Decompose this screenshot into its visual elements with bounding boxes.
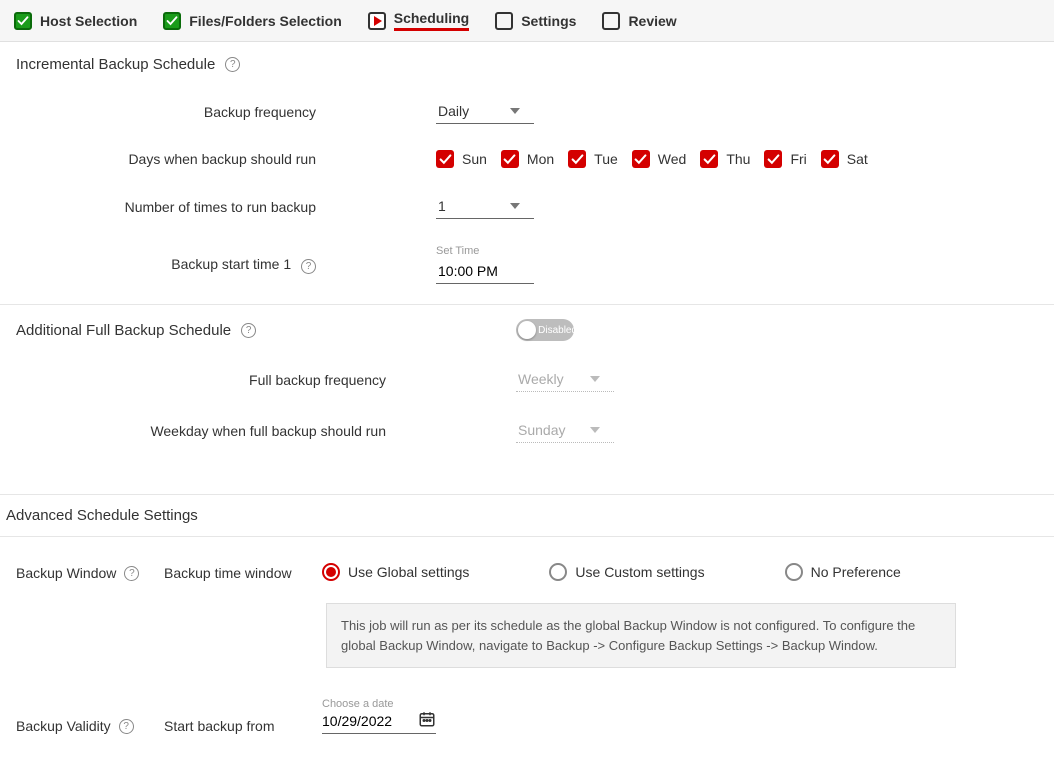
empty-box-icon	[602, 12, 620, 30]
radio-label: Use Custom settings	[575, 564, 704, 580]
play-icon	[368, 12, 386, 30]
full-weekday-select: Sunday	[516, 418, 614, 443]
radio-icon	[785, 563, 803, 581]
step-label: Review	[628, 13, 676, 29]
day-label: Fri	[790, 151, 806, 167]
day-check-tue[interactable]	[568, 150, 586, 168]
day-check-sun[interactable]	[436, 150, 454, 168]
day-check-sat[interactable]	[821, 150, 839, 168]
full-freq-select: Weekly	[516, 367, 614, 392]
start-time-input[interactable]	[436, 259, 534, 284]
day-check-thu[interactable]	[700, 150, 718, 168]
checkmark-icon	[163, 12, 181, 30]
backup-validity-label: Backup Validity ?	[16, 716, 146, 734]
help-icon[interactable]: ?	[301, 259, 316, 274]
empty-box-icon	[495, 12, 513, 30]
step-files-folders[interactable]: Files/Folders Selection	[163, 12, 342, 30]
info-box: This job will run as per its schedule as…	[326, 603, 956, 668]
date-caption: Choose a date	[322, 698, 436, 710]
help-icon[interactable]: ?	[119, 719, 134, 734]
day-label: Sat	[847, 151, 868, 167]
day-check-wed[interactable]	[632, 150, 650, 168]
step-settings[interactable]: Settings	[495, 12, 576, 30]
step-host-selection[interactable]: Host Selection	[14, 12, 137, 30]
radio-custom-settings[interactable]: Use Custom settings	[549, 563, 704, 581]
help-icon[interactable]: ?	[124, 566, 139, 581]
incremental-section: Incremental Backup Schedule ? Backup fre…	[0, 42, 1054, 305]
full-backup-section: Additional Full Backup Schedule ? Disabl…	[0, 305, 1054, 495]
backup-frequency-select[interactable]: Daily	[436, 99, 534, 124]
advanced-section: Backup Window ? Backup time window Use G…	[0, 537, 1054, 760]
backup-window-label: Backup Window ?	[16, 563, 146, 581]
radio-global-settings[interactable]: Use Global settings	[322, 563, 469, 581]
times-select[interactable]: 1	[436, 194, 534, 219]
radio-label: Use Global settings	[348, 564, 469, 580]
radio-no-preference[interactable]: No Preference	[785, 563, 901, 581]
full-backup-toggle[interactable]: Disabled	[516, 319, 574, 341]
days-checkbox-group: Sun Mon Tue Wed Thu Fri Sat	[436, 150, 874, 168]
day-check-mon[interactable]	[501, 150, 519, 168]
checkmark-icon	[14, 12, 32, 30]
section-title: Incremental Backup Schedule	[16, 56, 215, 73]
chevron-down-icon	[510, 108, 520, 114]
day-label: Mon	[527, 151, 554, 167]
times-label: Number of times to run backup	[16, 199, 436, 215]
start-from-label: Start backup from	[164, 718, 304, 734]
start-time-label: Backup start time 1 ?	[16, 256, 436, 274]
wizard-stepper: Host Selection Files/Folders Selection S…	[0, 0, 1054, 42]
advanced-title: Advanced Schedule Settings	[0, 495, 1054, 537]
days-label: Days when backup should run	[16, 151, 436, 167]
radio-icon	[549, 563, 567, 581]
day-check-fri[interactable]	[764, 150, 782, 168]
window-radio-group: Use Global settings Use Custom settings …	[322, 563, 901, 581]
select-value: 1	[438, 198, 446, 214]
step-label: Scheduling	[394, 10, 469, 31]
step-label: Files/Folders Selection	[189, 13, 342, 29]
select-value: Daily	[438, 103, 469, 119]
day-label: Tue	[594, 151, 618, 167]
toggle-knob-icon	[518, 321, 536, 339]
help-icon[interactable]: ?	[225, 57, 240, 72]
start-date-input[interactable]	[322, 713, 410, 729]
backup-frequency-label: Backup frequency	[16, 104, 436, 120]
step-scheduling[interactable]: Scheduling	[368, 10, 469, 31]
step-review[interactable]: Review	[602, 12, 676, 30]
full-weekday-label: Weekday when full backup should run	[16, 423, 516, 439]
select-value: Sunday	[518, 422, 565, 438]
day-label: Sun	[462, 151, 487, 167]
help-icon[interactable]: ?	[241, 323, 256, 338]
calendar-icon[interactable]	[418, 710, 436, 731]
chevron-down-icon	[590, 376, 600, 382]
chevron-down-icon	[510, 203, 520, 209]
radio-label: No Preference	[811, 564, 901, 580]
section-title: Additional Full Backup Schedule	[16, 322, 231, 339]
chevron-down-icon	[590, 427, 600, 433]
toggle-text: Disabled	[538, 325, 577, 336]
day-label: Wed	[658, 151, 687, 167]
set-time-caption: Set Time	[436, 245, 534, 257]
select-value: Weekly	[518, 371, 564, 387]
step-label: Settings	[521, 13, 576, 29]
radio-icon	[322, 563, 340, 581]
day-label: Thu	[726, 151, 750, 167]
step-label: Host Selection	[40, 13, 137, 29]
full-freq-label: Full backup frequency	[16, 372, 516, 388]
time-window-label: Backup time window	[164, 563, 304, 581]
